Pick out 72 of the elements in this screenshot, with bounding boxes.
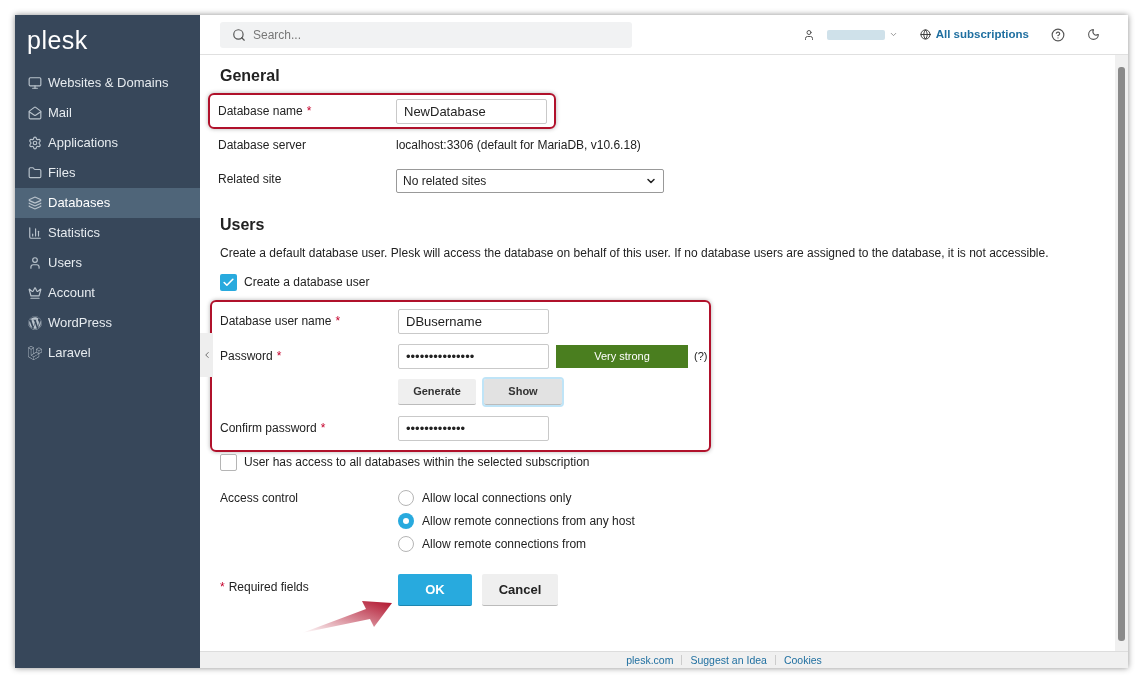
sidebar-item[interactable]: Mail — [15, 98, 200, 128]
wordpress-icon — [28, 316, 42, 330]
search-icon — [232, 27, 246, 42]
cancel-button[interactable]: Cancel — [482, 574, 558, 606]
laravel-icon — [28, 346, 42, 360]
footer-link[interactable]: Cookies — [783, 654, 822, 666]
required-mark: * — [306, 103, 312, 120]
bar-chart-icon — [28, 226, 42, 240]
envelope-icon — [28, 106, 42, 120]
users-description: Create a default database user. Plesk will access the database on behalf of this user. If no database users are assigned to the database, it is not accessible. — [219, 245, 1050, 261]
collapse-handle[interactable] — [200, 333, 213, 377]
logo[interactable]: plesk — [27, 22, 88, 60]
sidebar-item[interactable]: Files — [15, 158, 200, 188]
layers-icon — [28, 196, 42, 210]
checkbox[interactable] — [220, 273, 237, 291]
strength-bar: Very strong — [556, 344, 688, 368]
folder-icon — [28, 166, 42, 180]
moon-icon[interactable] — [1087, 28, 1100, 41]
section-heading: General — [219, 66, 281, 86]
help-icon[interactable] — [1051, 27, 1065, 42]
input-field[interactable]: NewDatabase — [396, 98, 547, 124]
monitor-icon — [28, 76, 42, 90]
chevron-down-icon[interactable] — [888, 30, 898, 39]
sidebar-item[interactable]: Databases — [15, 188, 200, 218]
password-button[interactable]: Generate — [398, 379, 476, 405]
checkbox[interactable] — [220, 453, 237, 471]
help-link[interactable]: (?) — [694, 347, 708, 365]
field-label: Database name — [218, 103, 303, 120]
field-label: Confirm password — [220, 420, 317, 437]
field-label: Access control — [220, 491, 299, 505]
sidebar-item[interactable]: Websites & Domains — [15, 68, 200, 98]
radio-button[interactable] — [398, 512, 414, 529]
radio-button[interactable] — [398, 535, 414, 552]
gear-icon — [28, 136, 42, 150]
required-note: Required fields — [228, 579, 309, 596]
section-heading: Users — [219, 215, 266, 235]
sidebar-item[interactable]: Laravel — [15, 338, 200, 368]
field-value: localhost:3306 (default for MariaDB, v10.6.18) — [396, 137, 641, 154]
radio-label: Allow remote connections from — [422, 535, 587, 553]
sidebar-item[interactable]: Account — [15, 278, 200, 308]
footer-link[interactable]: plesk.com — [626, 654, 674, 666]
globe-icon — [919, 29, 931, 40]
input-field[interactable]: DBusername — [398, 308, 549, 334]
required-mark: * — [320, 420, 326, 437]
radio-label: Allow remote connections from any host — [422, 512, 635, 530]
redacted-username[interactable] — [826, 29, 885, 40]
field-label: Related site — [218, 171, 282, 188]
footer-link[interactable]: Suggest an Idea — [690, 654, 767, 666]
user-icon — [28, 256, 42, 270]
field-label: Password — [220, 348, 273, 365]
select-field[interactable]: No related sites — [396, 169, 664, 193]
sidebar-item[interactable]: Statistics — [15, 218, 200, 248]
checkbox-label: Create a database user — [244, 274, 370, 291]
sidebar-item[interactable]: WordPress — [15, 308, 200, 338]
subscriptions-link[interactable]: All subscriptions — [919, 25, 1029, 44]
search-field[interactable]: Search... — [220, 21, 632, 48]
password-button[interactable]: Show — [484, 379, 562, 405]
radio-button[interactable] — [398, 489, 414, 506]
required-mark: * — [335, 313, 341, 330]
checkbox-label: User has access to all databases within the selected subscription — [244, 454, 590, 471]
crown-icon — [28, 286, 42, 300]
user-icon[interactable] — [802, 28, 815, 41]
sidebar-item[interactable]: Users — [15, 248, 200, 278]
field-label: Database user name — [220, 313, 332, 330]
required-mark: * — [276, 348, 282, 365]
required-mark: * — [220, 579, 225, 596]
sidebar-item[interactable]: Applications — [15, 128, 200, 158]
password-field[interactable]: ••••••••••••••• — [398, 343, 549, 369]
password-field[interactable]: ••••••••••••• — [398, 415, 549, 441]
field-label: Database server — [218, 137, 307, 154]
check-icon — [222, 275, 235, 289]
radio-label: Allow local connections only — [422, 489, 572, 507]
